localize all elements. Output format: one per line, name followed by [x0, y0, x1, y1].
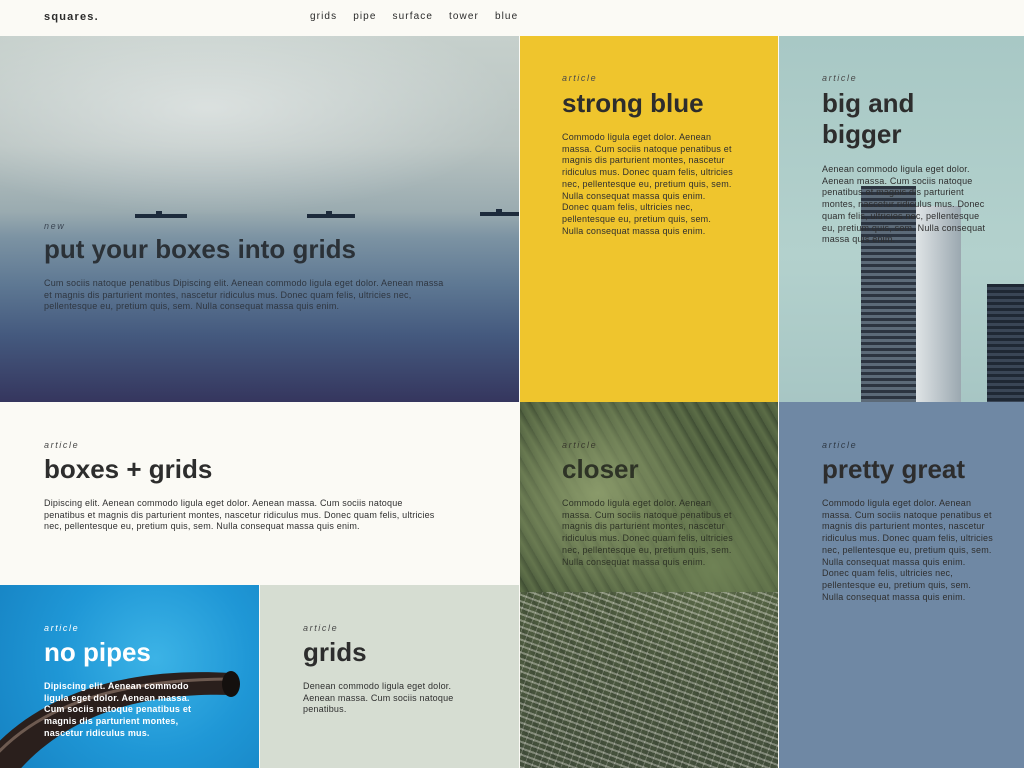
- tile-grids[interactable]: article grids Denean commodo ligula eget…: [260, 585, 519, 768]
- tile-label: article: [822, 73, 858, 83]
- tile-body: Denean commodo ligula eget dolor. Aenean…: [303, 681, 454, 715]
- tile-boxes-grids[interactable]: article boxes + grids Dipiscing elit. Ae…: [0, 402, 519, 585]
- tile-label: article: [303, 623, 339, 633]
- tile-label: article: [562, 440, 598, 450]
- tile-title[interactable]: put your boxes into grids: [44, 234, 356, 265]
- tile-big-and-bigger[interactable]: article big and bigger Aenean commodo li…: [779, 36, 1024, 402]
- tile-title[interactable]: grids: [303, 637, 367, 668]
- tile-title[interactable]: closer: [562, 454, 639, 485]
- main-nav: grids pipe surface tower blue: [310, 11, 534, 22]
- tile-label: new: [44, 221, 66, 231]
- tile-body: Dipiscing elit. Aenean commodo ligula eg…: [44, 681, 192, 738]
- tile-title[interactable]: pretty great: [822, 454, 965, 485]
- nav-link-blue[interactable]: blue: [495, 11, 518, 22]
- tile-pretty-great[interactable]: article pretty great Commodo ligula eget…: [779, 402, 1024, 768]
- tile-title[interactable]: strong blue: [562, 88, 704, 119]
- top-navigation-bar: squares. grids pipe surface tower blue: [0, 0, 1024, 36]
- nav-link-grids[interactable]: grids: [310, 11, 337, 22]
- tile-label: article: [44, 623, 80, 633]
- skyscraper-image: [987, 284, 1024, 402]
- tile-title[interactable]: big and bigger: [822, 88, 942, 149]
- tile-label: article: [822, 440, 858, 450]
- tile-strong-blue[interactable]: article strong blue Commodo ligula eget …: [520, 36, 778, 402]
- ship-image: [307, 211, 355, 218]
- tile-no-pipes[interactable]: article no pipes Dipiscing elit. Aenean …: [0, 585, 259, 768]
- tile-body: Commodo ligula eget dolor. Aenean massa.…: [562, 498, 733, 567]
- tile-hero-sea[interactable]: new put your boxes into grids Cum sociis…: [0, 36, 519, 402]
- nav-link-tower[interactable]: tower: [449, 11, 479, 22]
- tile-title[interactable]: boxes + grids: [44, 454, 212, 485]
- tile-closer[interactable]: article closer Commodo ligula eget dolor…: [520, 402, 778, 768]
- tile-body: Dipiscing elit. Aenean commodo ligula eg…: [44, 498, 435, 532]
- tile-body: Commodo ligula eget dolor. Aenean massa.…: [562, 132, 733, 236]
- sky-image-area: [0, 36, 519, 216]
- tile-body: Commodo ligula eget dolor. Aenean massa.…: [822, 498, 993, 602]
- ship-image: [480, 209, 519, 216]
- nav-link-pipe[interactable]: pipe: [353, 11, 376, 22]
- ship-image: [135, 211, 187, 218]
- tile-label: article: [562, 73, 598, 83]
- tile-title[interactable]: no pipes: [44, 637, 151, 668]
- site-logo[interactable]: squares.: [44, 11, 99, 23]
- tile-body: Aenean commodo ligula eget dolor. Aenean…: [822, 164, 986, 245]
- tile-body: Cum sociis natoque penatibus Dipiscing e…: [44, 278, 444, 312]
- tile-label: article: [44, 440, 80, 450]
- aerial-town-image: [520, 592, 778, 768]
- nav-link-surface[interactable]: surface: [393, 11, 434, 22]
